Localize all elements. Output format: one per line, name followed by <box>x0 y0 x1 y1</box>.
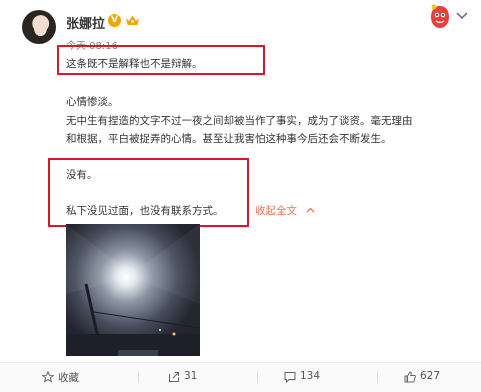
weibo-mascot-icon <box>431 4 449 28</box>
comment-button[interactable]: 134 <box>284 369 334 385</box>
like-count: 627 <box>420 370 441 382</box>
action-separator <box>377 371 378 383</box>
thumbs-up-icon <box>404 371 416 383</box>
action-separator <box>138 371 139 383</box>
user-avatar[interactable] <box>22 10 56 44</box>
post-image[interactable] <box>66 224 200 356</box>
highlight-box-bottom <box>48 158 249 227</box>
weibo-post-card: 张娜拉 V 今天 08:16 这条既不是解释也不是辩解。 心情惨淡。 无中生有捏… <box>0 0 481 392</box>
favorite-label: 收藏 <box>58 372 79 384</box>
vip-crown-icon[interactable] <box>125 14 140 26</box>
repost-button[interactable]: 31 <box>168 369 218 385</box>
favorite-button[interactable]: 收藏 <box>42 369 102 385</box>
collapse-text-label: 收起全文 <box>255 205 297 217</box>
collapse-text-link[interactable]: 收起全文 <box>255 203 315 218</box>
post-text-line: 心情惨淡。 <box>66 96 119 108</box>
repost-count: 31 <box>184 370 198 382</box>
action-separator <box>257 371 258 383</box>
post-text-line: 无中生有捏造的文字不过一夜之间却被当作了事实，成为了谈资。毫无理由 <box>66 115 413 127</box>
verified-badge-icon: V <box>108 14 121 27</box>
comment-icon <box>284 372 296 383</box>
avatar-face <box>34 18 47 36</box>
star-icon <box>42 371 54 383</box>
chevron-up-icon <box>306 207 315 213</box>
post-text-line: 和根据，平白被捉弄的心情。甚至让我害怕这种事今后还会不断发生。 <box>66 133 392 145</box>
comment-count: 134 <box>300 370 321 382</box>
like-button[interactable]: 627 <box>404 369 454 385</box>
night-street-photo <box>66 224 200 356</box>
more-options-chevron-icon[interactable] <box>456 12 468 20</box>
highlight-box-top <box>57 45 265 75</box>
repost-icon <box>169 372 179 382</box>
username[interactable]: 张娜拉 <box>66 13 105 32</box>
